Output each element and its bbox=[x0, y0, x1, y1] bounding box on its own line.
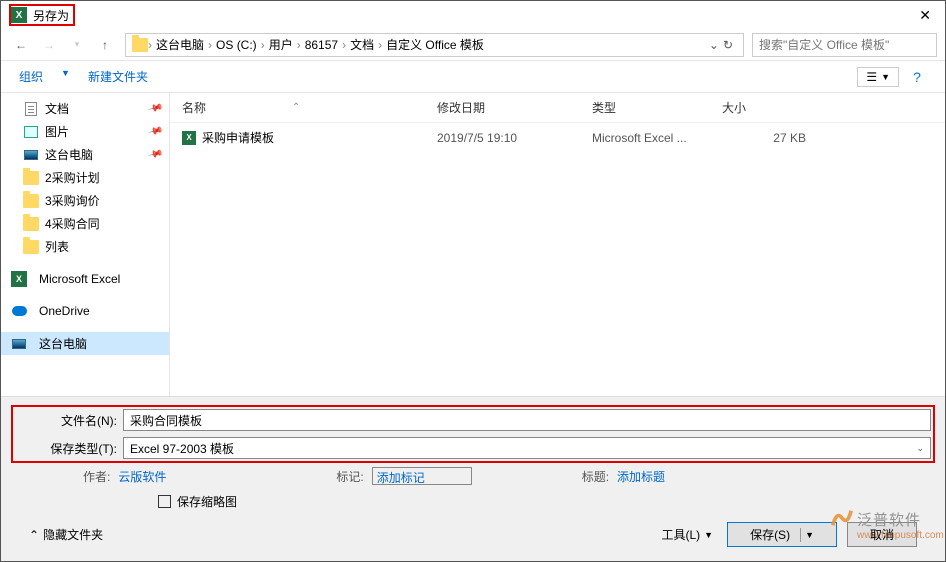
save-button[interactable]: 保存(S)▼ bbox=[727, 522, 837, 547]
document-icon bbox=[25, 102, 37, 116]
column-size[interactable]: 大小 bbox=[722, 99, 822, 116]
breadcrumb-item[interactable]: OS (C:) bbox=[212, 38, 261, 52]
pin-icon: 📌 bbox=[147, 101, 163, 117]
column-type[interactable]: 类型 bbox=[592, 99, 722, 116]
column-date[interactable]: 修改日期 bbox=[437, 99, 592, 116]
breadcrumb-item[interactable]: 86157 bbox=[301, 38, 342, 52]
filetype-select[interactable]: Excel 97-2003 模板 ⌄ bbox=[123, 437, 931, 459]
organize-button[interactable]: 组织 bbox=[19, 68, 43, 85]
title-label: 标题: bbox=[582, 468, 609, 485]
help-icon[interactable]: ? bbox=[907, 67, 927, 87]
file-size: 27 KB bbox=[722, 131, 822, 145]
sidebar-item-pictures[interactable]: 图片📌 bbox=[1, 120, 169, 143]
chevron-down-icon: ▼ bbox=[805, 530, 814, 540]
sidebar-item-thispc[interactable]: 这台电脑📌 bbox=[1, 143, 169, 166]
view-toggle[interactable]: ☰ ▼ bbox=[857, 67, 899, 87]
filename-label: 文件名(N): bbox=[15, 412, 123, 429]
breadcrumb-item[interactable]: 自定义 Office 模板 bbox=[382, 36, 488, 53]
sidebar-item-folder[interactable]: 列表 bbox=[1, 235, 169, 258]
sidebar-item-folder[interactable]: 4采购合同 bbox=[1, 212, 169, 235]
forward-button[interactable]: → bbox=[37, 33, 61, 57]
breadcrumb[interactable]: › 这台电脑› OS (C:)› 用户› 86157› 文档› 自定义 Offi… bbox=[125, 33, 744, 57]
breadcrumb-dropdown-icon[interactable]: ⌄ bbox=[709, 38, 719, 52]
close-icon[interactable]: ✕ bbox=[913, 5, 937, 26]
sidebar: 文档📌 图片📌 这台电脑📌 2采购计划 3采购询价 4采购合同 列表 XMicr… bbox=[1, 93, 169, 396]
cloud-icon bbox=[12, 306, 27, 316]
sort-icon: ⌃ bbox=[292, 102, 300, 113]
title-value[interactable]: 添加标题 bbox=[617, 468, 665, 485]
window-title: 另存为 bbox=[33, 7, 69, 24]
picture-icon bbox=[24, 126, 38, 138]
sidebar-item-folder[interactable]: 2采购计划 bbox=[1, 166, 169, 189]
excel-icon: X bbox=[11, 271, 27, 287]
up-button[interactable]: ↑ bbox=[93, 33, 117, 57]
file-name: 采购申请模板 bbox=[202, 129, 274, 146]
new-folder-button[interactable]: 新建文件夹 bbox=[88, 68, 148, 85]
folder-icon bbox=[23, 171, 39, 185]
search-input[interactable] bbox=[752, 33, 937, 57]
filetype-label: 保存类型(T): bbox=[15, 440, 123, 457]
thumbnail-label: 保存缩略图 bbox=[177, 493, 237, 510]
chevron-down-icon: ⌄ bbox=[916, 443, 924, 454]
pc-icon bbox=[24, 150, 38, 160]
author-label: 作者: bbox=[83, 468, 110, 485]
breadcrumb-item[interactable]: 文档 bbox=[346, 36, 378, 53]
cancel-button[interactable]: 取消 bbox=[847, 522, 917, 547]
folder-icon bbox=[23, 194, 39, 208]
hide-folders-button[interactable]: ⌃ 隐藏文件夹 bbox=[29, 526, 103, 543]
sidebar-item-thispc-main[interactable]: 这台电脑 bbox=[1, 332, 169, 355]
pin-icon: 📌 bbox=[147, 147, 163, 163]
chevron-up-icon: ⌃ bbox=[29, 528, 39, 542]
refresh-icon[interactable]: ↻ bbox=[723, 38, 733, 52]
folder-icon bbox=[23, 240, 39, 254]
chevron-down-icon: ▼ bbox=[704, 530, 713, 540]
pin-icon: 📌 bbox=[147, 124, 163, 140]
file-date: 2019/7/5 19:10 bbox=[437, 131, 592, 145]
sidebar-item-onedrive[interactable]: OneDrive bbox=[1, 300, 169, 322]
tools-button[interactable]: 工具(L) ▼ bbox=[657, 524, 717, 545]
sidebar-item-documents[interactable]: 文档📌 bbox=[1, 97, 169, 120]
chevron-down-icon[interactable]: ▼ bbox=[61, 68, 70, 85]
breadcrumb-item[interactable]: 这台电脑 bbox=[152, 36, 208, 53]
filename-input[interactable] bbox=[123, 409, 931, 431]
back-button[interactable]: ← bbox=[9, 33, 33, 57]
file-type: Microsoft Excel ... bbox=[592, 131, 722, 145]
excel-file-icon: X bbox=[182, 131, 196, 145]
excel-logo-icon: X bbox=[11, 7, 27, 23]
tags-label: 标记: bbox=[336, 468, 363, 485]
file-row[interactable]: X 采购申请模板 2019/7/5 19:10 Microsoft Excel .… bbox=[170, 125, 945, 150]
author-value[interactable]: 云版软件 bbox=[118, 468, 166, 485]
tags-input[interactable]: 添加标记 bbox=[372, 467, 472, 485]
sidebar-item-folder[interactable]: 3采购询价 bbox=[1, 189, 169, 212]
breadcrumb-item[interactable]: 用户 bbox=[265, 36, 297, 53]
folder-icon bbox=[23, 217, 39, 231]
folder-icon bbox=[132, 38, 148, 52]
thumbnail-checkbox[interactable] bbox=[158, 495, 171, 508]
pc-icon bbox=[12, 339, 26, 349]
column-name[interactable]: 名称⌃ bbox=[182, 99, 437, 116]
sidebar-item-excel[interactable]: XMicrosoft Excel bbox=[1, 268, 169, 290]
recent-dropdown-icon[interactable]: ▾ bbox=[65, 33, 89, 57]
